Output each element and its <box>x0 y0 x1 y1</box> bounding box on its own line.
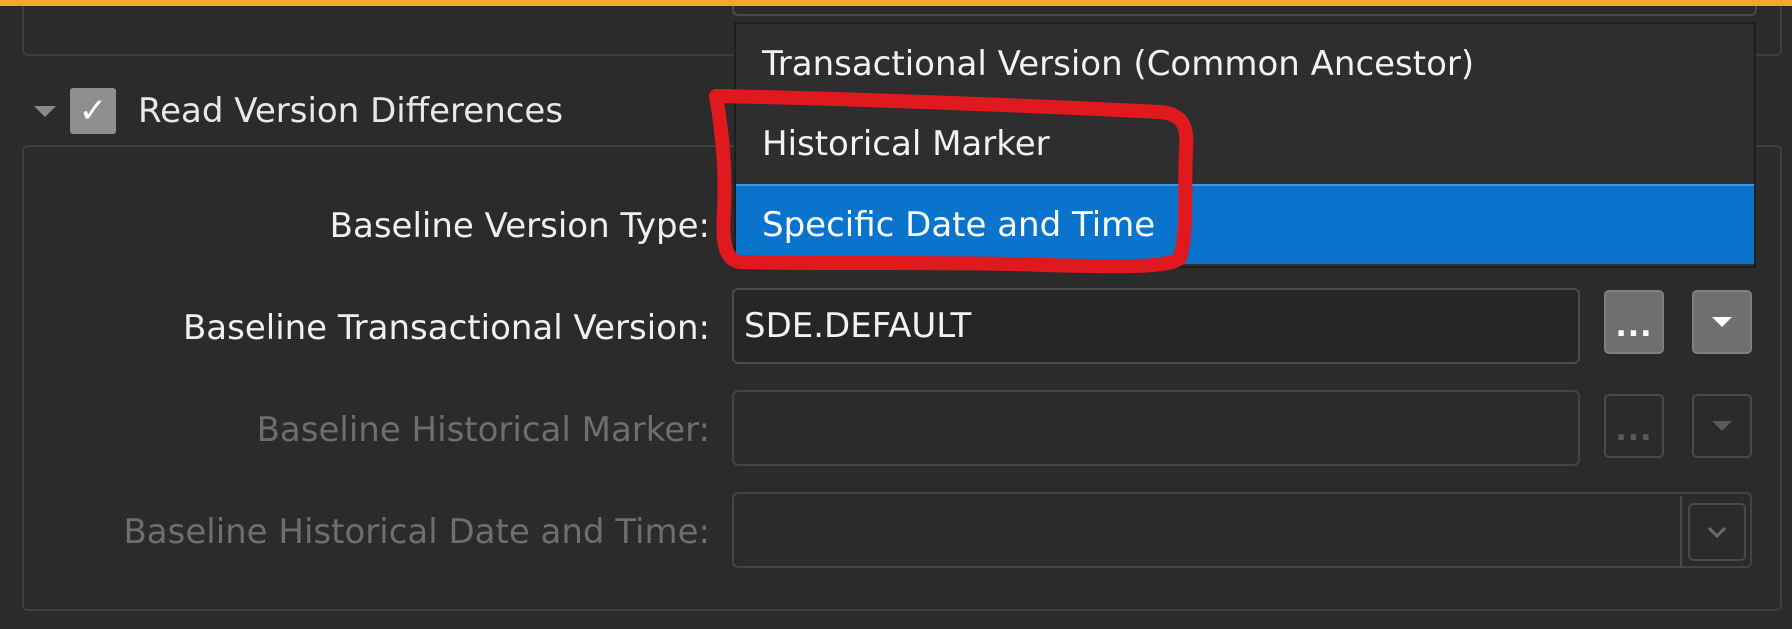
ellipsis-icon: ... <box>1615 309 1653 344</box>
section-header: ✓ Read Version Differences <box>30 88 730 134</box>
baseline-transactional-version-input[interactable]: SDE.DEFAULT <box>732 288 1580 364</box>
dropdown-option-transactional-version[interactable]: Transactional Version (Common Ancestor) <box>736 24 1754 104</box>
transactional-version-browse-button[interactable]: ... <box>1604 290 1664 354</box>
section-title: Read Version Differences <box>138 91 564 131</box>
read-version-differences-checkbox[interactable]: ✓ <box>70 88 116 134</box>
baseline-version-type-label: Baseline Version Type: <box>329 206 710 246</box>
triangle-down-icon <box>1712 317 1732 327</box>
dropdown-option-historical-marker[interactable]: Historical Marker <box>736 104 1754 184</box>
baseline-historical-datetime-input[interactable] <box>732 492 1752 568</box>
baseline-historical-marker-label: Baseline Historical Marker: <box>256 410 710 450</box>
baseline-version-type-dropdown-list: Transactional Version (Common Ancestor) … <box>734 22 1756 268</box>
collapse-triangle-icon[interactable] <box>34 105 56 117</box>
historical-marker-dropdown-button[interactable] <box>1692 394 1752 458</box>
ellipsis-icon: ... <box>1615 413 1653 448</box>
triangle-down-icon <box>1712 421 1732 431</box>
previous-combo-edge <box>732 6 1757 16</box>
baseline-transactional-version-label: Baseline Transactional Version: <box>182 308 710 348</box>
transactional-version-dropdown-button[interactable] <box>1692 290 1752 354</box>
baseline-historical-marker-input[interactable] <box>732 390 1580 466</box>
chevron-down-icon <box>1707 526 1727 539</box>
datetime-picker-button[interactable] <box>1680 496 1752 568</box>
baseline-transactional-version-value: SDE.DEFAULT <box>744 306 972 346</box>
historical-marker-browse-button[interactable]: ... <box>1604 394 1664 458</box>
dropdown-option-specific-date-time[interactable]: Specific Date and Time <box>736 184 1754 264</box>
datetime-picker-inner <box>1688 503 1746 561</box>
checkmark-icon: ✓ <box>78 91 108 131</box>
baseline-historical-datetime-label: Baseline Historical Date and Time: <box>123 512 710 552</box>
